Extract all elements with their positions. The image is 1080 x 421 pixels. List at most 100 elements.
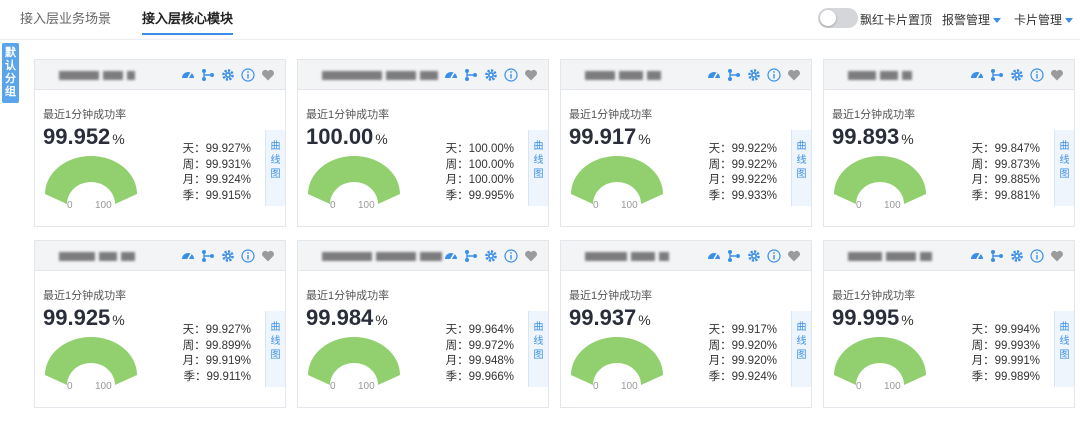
heart-icon[interactable] — [1050, 68, 1064, 82]
pin-red-cards-toggle[interactable] — [818, 8, 858, 28]
module-card[interactable]: 最近1分钟成功率 99.925% 0 100 天：99.927% 周：99.89… — [34, 240, 286, 408]
stat-month: 月：99.991% — [971, 355, 1040, 367]
redacted-text — [59, 252, 95, 262]
dashboard-icon[interactable] — [181, 249, 195, 263]
gear-icon[interactable] — [747, 249, 761, 263]
topology-icon[interactable] — [201, 68, 215, 82]
info-icon[interactable] — [767, 249, 781, 263]
dashboard-icon[interactable] — [444, 249, 458, 263]
dashboard-icon[interactable] — [444, 68, 458, 82]
module-card[interactable]: 最近1分钟成功率 99.937% 0 100 天：99.917% 周：99.92… — [560, 240, 812, 408]
gear-icon[interactable] — [1010, 68, 1024, 82]
curve-chart-button[interactable]: 曲 线 图 — [265, 311, 285, 387]
rate-number: 99.893 — [832, 124, 900, 149]
curve-label-char: 图 — [270, 169, 281, 180]
stat-day: 天：99.927% — [182, 324, 251, 336]
alarm-management-menu[interactable]: 报警管理 — [942, 11, 1002, 28]
topology-icon[interactable] — [727, 68, 741, 82]
success-gauge — [45, 156, 137, 204]
card-title-redacted — [57, 68, 137, 82]
default-group-tab[interactable]: 默 认 分 组 — [2, 43, 19, 103]
topology-icon[interactable] — [464, 68, 478, 82]
module-card[interactable]: 最近1分钟成功率 99.893% 0 100 天：99.847% 周：99.87… — [823, 59, 1075, 227]
redacted-text — [376, 252, 416, 262]
info-icon[interactable] — [241, 249, 255, 263]
redacted-text — [585, 252, 627, 262]
module-card[interactable]: 最近1分钟成功率 99.995% 0 100 天：99.994% 周：99.99… — [823, 240, 1075, 408]
module-card[interactable]: 最近1分钟成功率 99.984% 0 100 天：99.964% 周：99.97… — [297, 240, 549, 408]
module-card[interactable]: 最近1分钟成功率 100.00% 0 100 天：100.00% 周：100.0… — [297, 59, 549, 227]
info-icon[interactable] — [767, 68, 781, 82]
topology-icon[interactable] — [464, 249, 478, 263]
info-icon[interactable] — [241, 68, 255, 82]
success-rate-label: 最近1分钟成功率 — [569, 109, 653, 121]
curve-chart-button[interactable]: 曲 线 图 — [791, 311, 811, 387]
curve-label-char: 线 — [270, 336, 281, 347]
gear-icon[interactable] — [484, 249, 498, 263]
topology-icon[interactable] — [201, 249, 215, 263]
stat-day: 天：99.847% — [971, 143, 1040, 155]
curve-chart-button[interactable]: 曲 线 图 — [1054, 130, 1074, 206]
redacted-text — [619, 71, 643, 81]
topology-icon[interactable] — [727, 249, 741, 263]
stat-week: 周：99.972% — [445, 339, 514, 352]
curve-chart-button[interactable]: 曲 线 图 — [791, 130, 811, 206]
curve-label-char: 曲 — [1059, 322, 1070, 333]
dashboard-icon[interactable] — [181, 68, 195, 82]
heart-icon[interactable] — [787, 68, 801, 82]
gauge-min-label: 0 — [856, 200, 862, 211]
tab-core-modules[interactable]: 接入层核心模块 — [142, 8, 234, 35]
period-stats: 天：99.994% 周：99.993% 月：99.991% 季：99.989% — [972, 323, 1040, 385]
success-rate-value: 99.952% — [43, 124, 125, 150]
module-card[interactable]: 最近1分钟成功率 99.917% 0 100 天：99.922% 周：99.92… — [560, 59, 812, 227]
card-header — [561, 241, 811, 271]
success-gauge — [834, 156, 926, 204]
curve-chart-button[interactable]: 曲 线 图 — [528, 311, 548, 387]
topology-icon[interactable] — [990, 68, 1004, 82]
info-icon[interactable] — [1030, 68, 1044, 82]
dashboard-icon[interactable] — [707, 68, 721, 82]
success-rate-label: 最近1分钟成功率 — [43, 290, 127, 302]
gear-icon[interactable] — [747, 68, 761, 82]
info-icon[interactable] — [1030, 249, 1044, 263]
heart-icon[interactable] — [524, 249, 538, 263]
info-icon[interactable] — [504, 249, 518, 263]
success-rate-label: 最近1分钟成功率 — [43, 109, 127, 121]
gear-icon[interactable] — [221, 68, 235, 82]
card-title-redacted — [320, 249, 444, 263]
gear-icon[interactable] — [484, 68, 498, 82]
heart-icon[interactable] — [1050, 249, 1064, 263]
stat-week: 周：99.922% — [708, 158, 777, 171]
heart-icon[interactable] — [261, 68, 275, 82]
caret-down-icon — [993, 18, 1002, 24]
info-icon[interactable] — [504, 68, 518, 82]
heart-icon[interactable] — [787, 249, 801, 263]
card-title-redacted — [846, 68, 914, 82]
redacted-text — [59, 71, 99, 81]
curve-chart-button[interactable]: 曲 线 图 — [265, 130, 285, 206]
card-toolbar — [444, 68, 538, 82]
heart-icon[interactable] — [261, 249, 275, 263]
curve-label-char: 图 — [796, 350, 807, 361]
dashboard-icon[interactable] — [970, 68, 984, 82]
dashboard-icon[interactable] — [970, 249, 984, 263]
rate-unit: % — [638, 131, 651, 147]
curve-chart-button[interactable]: 曲 线 图 — [528, 130, 548, 206]
curve-chart-button[interactable]: 曲 线 图 — [1054, 311, 1074, 387]
caret-down-icon — [1065, 18, 1074, 24]
topology-icon[interactable] — [990, 249, 1004, 263]
gear-icon[interactable] — [221, 249, 235, 263]
tab-business-scenarios[interactable]: 接入层业务场景 — [20, 8, 111, 33]
card-toolbar — [181, 68, 275, 82]
gauge-max-label: 100 — [358, 381, 375, 392]
card-management-menu[interactable]: 卡片管理 — [1014, 11, 1074, 28]
card-toolbar — [707, 249, 801, 263]
card-header — [824, 241, 1074, 271]
redacted-text — [880, 71, 898, 81]
module-card[interactable]: 最近1分钟成功率 99.952% 0 100 天：99.927% 周：99.93… — [34, 59, 286, 227]
heart-icon[interactable] — [524, 68, 538, 82]
stat-month: 月：100.00% — [445, 174, 514, 186]
dashboard-icon[interactable] — [707, 249, 721, 263]
gauge-min-label: 0 — [593, 200, 599, 211]
gear-icon[interactable] — [1010, 249, 1024, 263]
